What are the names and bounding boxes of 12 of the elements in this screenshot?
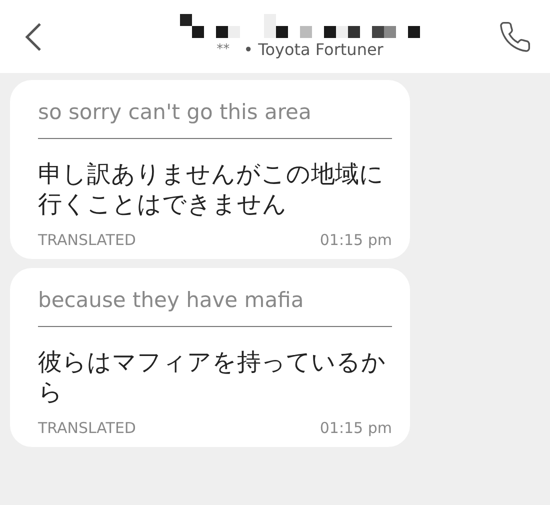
original-message: because they have mafia — [38, 288, 392, 327]
translated-message: 彼らはマフィアを持っているから — [38, 347, 387, 407]
phone-icon[interactable] — [498, 20, 532, 54]
message-time: 01:15 pm — [320, 231, 392, 249]
translated-label: TRANSLATED — [38, 419, 136, 437]
masked-text: ** — [216, 42, 230, 57]
translated-message: 申し訳ありませんがこの地域に行くことはできません — [38, 159, 385, 219]
message-time: 01:15 pm — [320, 419, 392, 437]
car-model: • Toyota Fortuner — [244, 40, 384, 59]
back-icon[interactable] — [24, 22, 42, 52]
original-message: so sorry can't go this area — [38, 100, 392, 139]
translated-label: TRANSLATED — [38, 231, 136, 249]
